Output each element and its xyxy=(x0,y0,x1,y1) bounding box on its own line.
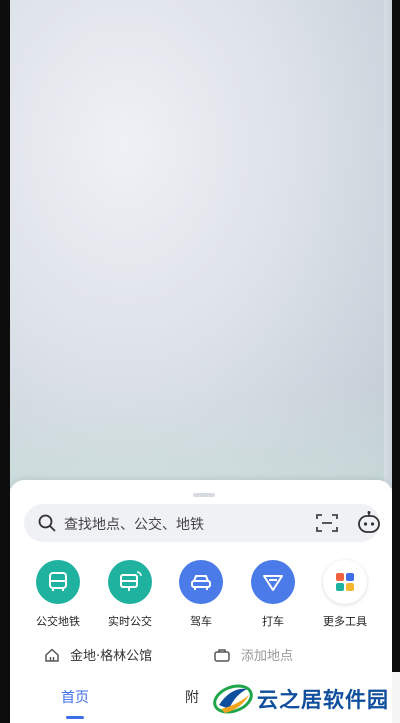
realtime-bus-icon xyxy=(108,560,152,604)
watermark-text: 云之居软件园 xyxy=(257,688,389,712)
briefcase-icon xyxy=(214,648,230,662)
tool-label: 驾车 xyxy=(190,615,212,628)
tool-realtime-bus[interactable]: 实时公交 xyxy=(95,560,165,629)
tool-label: 更多工具 xyxy=(323,615,367,628)
site-logo-icon xyxy=(213,684,253,714)
tab-home[interactable]: 首页 xyxy=(61,687,89,707)
sheet-drag-handle[interactable] xyxy=(193,493,215,497)
active-tab-indicator xyxy=(66,716,84,719)
home-place-label: 金地·格林公馆 xyxy=(70,649,153,664)
search-bar[interactable]: 查找地点、公交、地铁 xyxy=(24,504,380,542)
tool-label: 公交地铁 xyxy=(36,615,80,628)
map-view[interactable] xyxy=(10,0,392,488)
place-add[interactable]: 添加地点 xyxy=(213,645,293,664)
tool-label: 打车 xyxy=(262,615,284,628)
tool-more[interactable]: 更多工具 xyxy=(310,560,380,629)
home-icon xyxy=(45,648,59,662)
search-icon xyxy=(38,514,56,532)
quick-tools: 公交地铁 实时公交 驾车 打车 更多工具 xyxy=(10,560,392,628)
map-edge xyxy=(384,0,392,488)
taxi-icon xyxy=(251,560,295,604)
more-tools-icon xyxy=(323,560,367,604)
phone-screen: 查找地点、公交、地铁 公交地铁 实时公交 驾车 打车 更多工具 金地·格林公馆 … xyxy=(10,0,392,723)
site-watermark: 云之居软件园 xyxy=(205,672,400,723)
place-home[interactable]: 金地·格林公馆 xyxy=(44,645,152,664)
scan-icon[interactable] xyxy=(316,513,338,533)
tool-bus-subway[interactable]: 公交地铁 xyxy=(23,560,93,629)
search-placeholder[interactable]: 查找地点、公交、地铁 xyxy=(64,514,204,534)
bus-icon xyxy=(36,560,80,604)
car-icon xyxy=(179,560,223,604)
add-place-label: 添加地点 xyxy=(241,649,294,664)
saved-places: 金地·格林公馆 添加地点 xyxy=(10,645,392,667)
map-shading xyxy=(10,380,392,488)
tool-label: 实时公交 xyxy=(108,615,152,628)
voice-assistant-icon[interactable] xyxy=(356,510,382,536)
tool-taxi[interactable]: 打车 xyxy=(238,560,308,629)
tool-driving[interactable]: 驾车 xyxy=(166,560,236,629)
tab-nearby[interactable]: 附 xyxy=(185,687,199,707)
